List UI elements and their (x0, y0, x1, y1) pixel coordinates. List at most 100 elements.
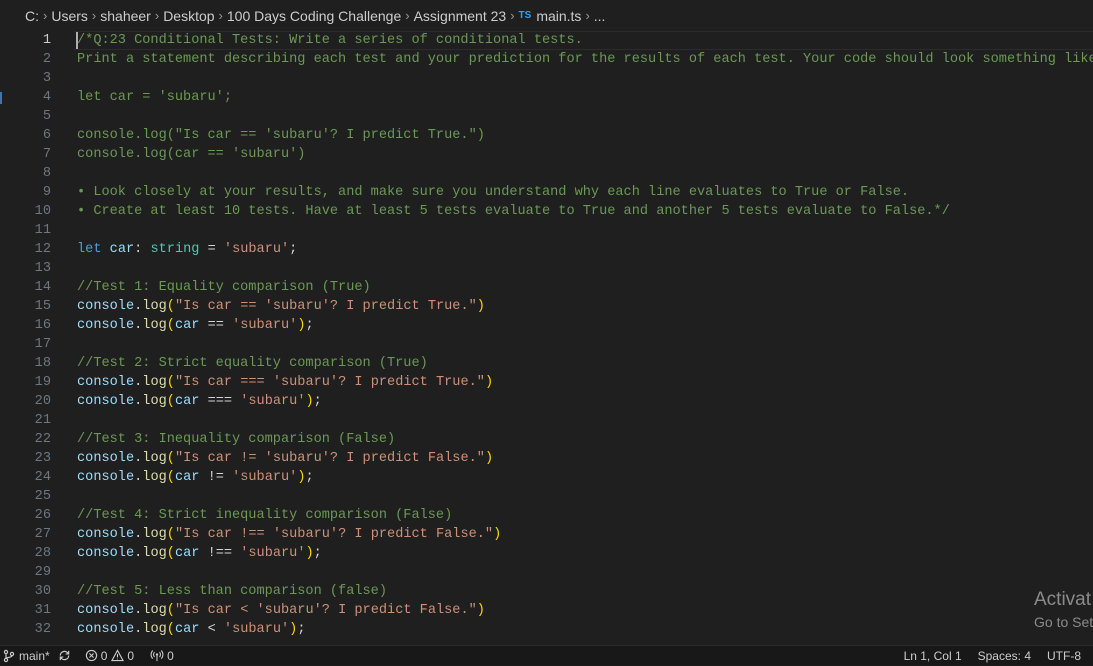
code-line[interactable]: 22 //Test 3: Inequality comparison (False… (0, 430, 1093, 449)
code-line[interactable]: 17 (0, 335, 1093, 354)
code-line[interactable]: 5 (0, 107, 1093, 126)
line-content: console.log(car == 'subaru'); (77, 316, 314, 335)
indentation-setting[interactable]: Spaces: 4 (978, 649, 1031, 663)
warning-icon (111, 649, 125, 662)
breadcrumb-symbols[interactable]: ... (594, 8, 606, 24)
breadcrumb-drive[interactable]: C: (25, 8, 39, 24)
line-number: 23 (34, 451, 51, 466)
code-line[interactable]: 6 console.log("Is car == 'subaru'? I pred… (0, 126, 1093, 145)
code-line[interactable]: 20 console.log(car === 'subaru'); (0, 392, 1093, 411)
code-token: car (174, 546, 200, 561)
code-line[interactable]: 9 • Look closely at your results, and mak… (0, 183, 1093, 202)
line-number: 12 (34, 242, 51, 257)
line-content: console.log(car != 'subaru'); (77, 468, 314, 487)
code-line[interactable]: 21 (0, 411, 1093, 430)
code-line[interactable]: 8 (0, 164, 1093, 183)
code-line[interactable]: 15 console.log("Is car == 'subaru'? I pre… (0, 297, 1093, 316)
code-line[interactable]: 32 console.log(car < 'subaru'); (0, 620, 1093, 639)
line-content: //Test 1: Equality comparison (True) (77, 278, 371, 297)
line-content: let car = 'subaru'; (77, 88, 232, 107)
status-bar-right: Ln 1, Col 1 Spaces: 4 UTF-8 (904, 646, 1081, 666)
code-line[interactable]: 25 (0, 487, 1093, 506)
code-line[interactable]: 19 console.log("Is car === 'subaru'? I pr… (0, 373, 1093, 392)
code-token: ) (476, 299, 485, 314)
code-token: console (77, 603, 135, 618)
file-encoding[interactable]: UTF-8 (1047, 649, 1081, 663)
code-line[interactable]: 13 (0, 259, 1093, 278)
code-line[interactable]: 2 Print a statement describing each test … (0, 50, 1093, 69)
code-token: 'subaru' (240, 394, 306, 409)
code-token: ( (166, 546, 175, 561)
code-token: ( (166, 394, 175, 409)
line-content: • Create at least 10 tests. Have at leas… (77, 202, 950, 221)
breadcrumb-shaheer[interactable]: shaheer (100, 8, 151, 24)
line-number: 26 (34, 508, 51, 523)
code-line[interactable]: 12 let car: string = 'subaru'; (0, 240, 1093, 259)
code-line[interactable]: 1 /*Q:23 Conditional Tests: Write a serie… (0, 31, 1093, 50)
breadcrumb-file[interactable]: main.ts (536, 8, 581, 24)
code-line[interactable]: 23 console.log("Is car != 'subaru'? I pre… (0, 449, 1093, 468)
breadcrumb-users[interactable]: Users (51, 8, 88, 24)
code-line[interactable]: 29 (0, 563, 1093, 582)
windows-activation-watermark: Activat Go to Set (1034, 589, 1093, 630)
code-line[interactable]: 16 console.log(car == 'subaru'); (0, 316, 1093, 335)
line-number: 6 (42, 128, 51, 143)
code-line[interactable]: 4 let car = 'subaru'; (0, 88, 1093, 107)
code-token: ) (297, 470, 306, 485)
line-content: /*Q:23 Conditional Tests: Write a series… (77, 31, 583, 50)
text-cursor (76, 32, 78, 50)
line-content: //Test 3: Inequality comparison (False) (77, 430, 395, 449)
code-line[interactable]: 3 (0, 69, 1093, 88)
code-token: car (109, 242, 135, 257)
line-content: console.log("Is car < 'subaru'? I predic… (77, 601, 485, 620)
code-line[interactable]: 27 console.log("Is car !== 'subaru'? I pr… (0, 525, 1093, 544)
ports-status[interactable]: 0 (150, 649, 174, 663)
code-token: log (142, 527, 167, 542)
line-number: 8 (42, 166, 51, 181)
code-line[interactable]: 31 console.log("Is car < 'subaru'? I pred… (0, 601, 1093, 620)
line-number: 15 (34, 299, 51, 314)
breadcrumb-challenge-folder[interactable]: 100 Days Coding Challenge (227, 8, 401, 24)
code-line[interactable]: 11 (0, 221, 1093, 240)
broadcast-icon (150, 650, 164, 662)
code-token: "Is car === 'subaru'? I predict True." (174, 375, 485, 390)
line-content: console.log("Is car == 'subaru'? I predi… (77, 297, 485, 316)
line-content: //Test 4: Strict inequality comparison (… (77, 506, 452, 525)
code-line[interactable]: 26 //Test 4: Strict inequality comparison… (0, 506, 1093, 525)
breadcrumb-assignment-folder[interactable]: Assignment 23 (414, 8, 507, 24)
code-token: //Test 1: Equality comparison (True) (77, 280, 371, 295)
branch-status[interactable]: main* (2, 649, 50, 663)
sync-button[interactable] (58, 649, 71, 662)
code-token: log (142, 394, 167, 409)
code-token: : (134, 242, 151, 257)
breadcrumb: C: › Users › shaheer › Desktop › 100 Day… (0, 0, 1093, 31)
code-token: //Test 3: Inequality comparison (False) (77, 432, 396, 447)
code-token: ( (166, 622, 175, 637)
line-number: 21 (34, 413, 51, 428)
code-token: ) (305, 546, 314, 561)
problems-status[interactable]: 0 0 (85, 649, 134, 663)
code-token: "Is car != 'subaru'? I predict False." (174, 451, 485, 466)
code-line[interactable]: 18 //Test 2: Strict equality comparison (… (0, 354, 1093, 373)
code-token: console.log("Is car == 'subaru'? I predi… (77, 128, 485, 143)
code-token: //Test 5: Less than comparison (false) (77, 584, 387, 599)
code-line[interactable]: 24 console.log(car != 'subaru'); (0, 468, 1093, 487)
code-editor[interactable]: 1 /*Q:23 Conditional Tests: Write a serie… (0, 31, 1093, 645)
code-token: log (142, 451, 167, 466)
line-number: 25 (34, 489, 51, 504)
code-line[interactable]: 14 //Test 1: Equality comparison (True) (0, 278, 1093, 297)
line-number: 27 (34, 527, 51, 542)
code-line[interactable]: 7 console.log(car == 'subaru') (0, 145, 1093, 164)
cursor-position[interactable]: Ln 1, Col 1 (904, 649, 962, 663)
breadcrumb-desktop[interactable]: Desktop (163, 8, 214, 24)
code-token: ( (166, 299, 175, 314)
line-number: 29 (34, 565, 51, 580)
code-token: ; (305, 470, 314, 485)
code-token: 'subaru' (232, 318, 298, 333)
code-line[interactable]: 28 console.log(car !== 'subaru'); (0, 544, 1093, 563)
line-content: console.log("Is car === 'subaru'? I pred… (77, 373, 493, 392)
code-line[interactable]: 30 //Test 5: Less than comparison (false) (0, 582, 1093, 601)
code-line[interactable]: 10 • Create at least 10 tests. Have at le… (0, 202, 1093, 221)
line-number: 13 (34, 261, 51, 276)
line-number: 3 (42, 71, 51, 86)
